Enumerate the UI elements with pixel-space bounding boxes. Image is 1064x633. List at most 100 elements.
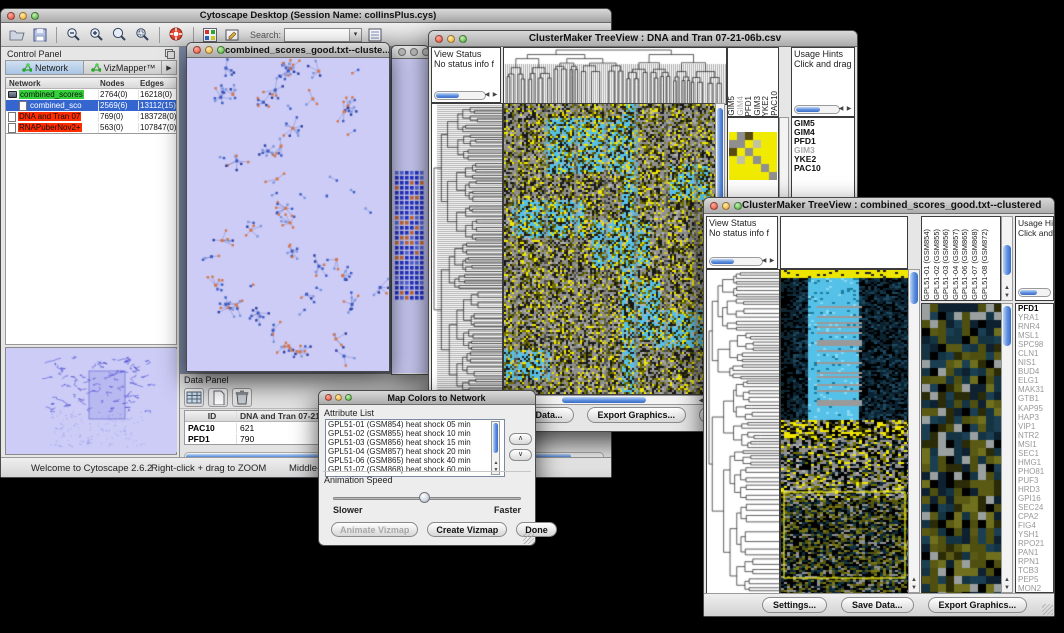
column-dendrogram-canvas[interactable] bbox=[503, 47, 727, 105]
treeview-action-button[interactable]: Export Graphics... bbox=[928, 597, 1028, 613]
gene-label[interactable]: MAK31 bbox=[1018, 385, 1053, 394]
gene-label[interactable]: HMG1 bbox=[1018, 458, 1053, 467]
gene-label[interactable]: SEC1 bbox=[1018, 449, 1053, 458]
gene-label[interactable]: HAP3 bbox=[1018, 413, 1053, 422]
gene-label[interactable]: CLN1 bbox=[1018, 349, 1053, 358]
new-attribute-button[interactable] bbox=[208, 388, 228, 407]
resize-grip[interactable] bbox=[1042, 604, 1053, 615]
column-dendrogram-panel[interactable] bbox=[780, 216, 908, 269]
control-panel-tab[interactable]: VizMapper™ bbox=[84, 61, 162, 74]
delete-attribute-button[interactable] bbox=[232, 388, 252, 407]
scroll-right-icon[interactable] bbox=[490, 92, 500, 99]
open-session-button[interactable] bbox=[7, 25, 27, 45]
save-session-button[interactable] bbox=[31, 25, 49, 45]
attribute-list-item[interactable]: GPL51-04 (GSM857) heat shock 20 min bbox=[326, 447, 504, 456]
scrollbar-thumb[interactable] bbox=[711, 259, 734, 264]
close-icon[interactable] bbox=[435, 35, 443, 43]
gene-label[interactable]: CPA2 bbox=[1018, 512, 1053, 521]
gene-label[interactable]: NTR2 bbox=[1018, 431, 1053, 440]
dialog-action-button[interactable]: Create Vizmap bbox=[427, 522, 507, 537]
gene-label[interactable]: GTB1 bbox=[1018, 394, 1053, 403]
gene-label[interactable]: MSL1 bbox=[1018, 331, 1053, 340]
float-panel-icon[interactable] bbox=[165, 49, 175, 59]
scroll-up-icon[interactable] bbox=[909, 577, 919, 584]
minimize-icon[interactable] bbox=[447, 35, 455, 43]
network-graph-canvas[interactable] bbox=[187, 58, 389, 371]
gene-label[interactable]: VIP1 bbox=[1018, 422, 1053, 431]
scrollbar-thumb[interactable] bbox=[562, 397, 646, 403]
col-id[interactable]: ID bbox=[185, 411, 237, 421]
grid-network-canvas[interactable] bbox=[392, 59, 428, 373]
gene-label[interactable]: SPC98 bbox=[1018, 340, 1053, 349]
zoom-out-button[interactable] bbox=[64, 25, 83, 45]
treeview2-titlebar[interactable]: ClusterMaker TreeView : combined_scores_… bbox=[704, 198, 1054, 214]
maximize-icon[interactable] bbox=[217, 46, 225, 54]
background-network-window[interactable] bbox=[391, 45, 429, 375]
gene-label[interactable]: KAP95 bbox=[1018, 404, 1053, 413]
network-view-titlebar[interactable]: combined_scores_good.txt--cluste... bbox=[187, 43, 389, 58]
gene-label[interactable]: PFD1 bbox=[1018, 304, 1053, 313]
search-combobox[interactable] bbox=[284, 28, 362, 42]
zoom-heatmap-canvas[interactable] bbox=[921, 303, 1003, 595]
close-icon[interactable] bbox=[7, 12, 15, 20]
network-table-row[interactable]: RNAPuberNov2+ 563(0) 107847(0) bbox=[6, 122, 176, 133]
close-icon[interactable] bbox=[325, 394, 332, 401]
search-dropdown-arrow-icon[interactable] bbox=[349, 29, 361, 41]
maximize-icon[interactable] bbox=[31, 12, 39, 20]
slider-thumb[interactable] bbox=[419, 492, 430, 503]
dialog-action-button[interactable]: Animate Vizmap bbox=[331, 522, 418, 537]
minimize-icon[interactable] bbox=[722, 202, 730, 210]
attribute-list-item[interactable]: GPL51-01 (GSM854) heat shock 05 min bbox=[326, 420, 504, 429]
view-status-hscrollbar[interactable] bbox=[434, 91, 486, 100]
search-input[interactable] bbox=[285, 29, 349, 41]
gene-label[interactable]: RPN1 bbox=[1018, 557, 1053, 566]
scrollbar-thumb[interactable] bbox=[1020, 290, 1037, 295]
gene-label[interactable]: YRA1 bbox=[1018, 313, 1053, 322]
close-icon[interactable] bbox=[710, 202, 718, 210]
maximize-icon[interactable] bbox=[459, 35, 467, 43]
attribute-list-item[interactable]: GPL51-07 (GSM868) heat shock 60 min bbox=[326, 465, 504, 474]
scrollbar-thumb[interactable] bbox=[1003, 306, 1011, 346]
zoom-in-button[interactable] bbox=[87, 25, 106, 45]
treeview-action-button[interactable]: Save Data... bbox=[841, 597, 914, 613]
minimize-icon[interactable] bbox=[335, 394, 342, 401]
gene-label[interactable]: PUF3 bbox=[1018, 476, 1053, 485]
gene-label[interactable]: RNR4 bbox=[1018, 322, 1053, 331]
main-titlebar[interactable]: Cytoscape Desktop (Session Name: collins… bbox=[1, 9, 611, 23]
gene-label[interactable]: ELG1 bbox=[1018, 376, 1053, 385]
row-dendrogram-canvas[interactable] bbox=[431, 103, 503, 395]
network-overview-panel[interactable] bbox=[5, 347, 177, 455]
attribute-select-button[interactable] bbox=[184, 388, 204, 407]
attribute-list-item[interactable]: GPL51-02 (GSM855) heat shock 10 min bbox=[326, 429, 504, 438]
column-labels-vscrollbar[interactable] bbox=[1001, 216, 1013, 301]
network-overview-canvas[interactable] bbox=[7, 349, 177, 452]
scroll-right-icon[interactable] bbox=[767, 258, 777, 265]
close-icon[interactable] bbox=[193, 46, 201, 54]
zoom-fit-button[interactable] bbox=[110, 25, 129, 45]
minimize-icon[interactable] bbox=[19, 12, 27, 20]
dialog-titlebar[interactable]: Map Colors to Network bbox=[319, 391, 535, 405]
gene-label[interactable]: YSH1 bbox=[1018, 530, 1053, 539]
minimize-icon[interactable] bbox=[410, 48, 418, 56]
col-edges[interactable]: Edges bbox=[139, 79, 176, 88]
scroll-right-icon[interactable] bbox=[844, 106, 854, 113]
gene-label[interactable]: PHO81 bbox=[1018, 467, 1053, 476]
network-table-row[interactable]: combined_scores 2764(0) 16218(0) bbox=[6, 89, 176, 100]
gene-label[interactable]: MSI1 bbox=[1018, 440, 1053, 449]
row-dendrogram-canvas[interactable] bbox=[706, 269, 780, 595]
col-network[interactable]: Network bbox=[6, 79, 99, 88]
gene-label[interactable]: HRD3 bbox=[1018, 485, 1053, 494]
gene-label[interactable]: GPI16 bbox=[1018, 494, 1053, 503]
gene-label[interactable]: MON2 bbox=[1018, 584, 1053, 593]
scrollbar-thumb[interactable] bbox=[1003, 245, 1011, 275]
attribute-list-vscrollbar[interactable] bbox=[491, 421, 500, 475]
move-down-button[interactable]: ∨ bbox=[509, 449, 532, 461]
maximize-icon[interactable] bbox=[734, 202, 742, 210]
view-status-hscrollbar[interactable] bbox=[709, 257, 763, 266]
network-table-row[interactable]: DNA and Tran 07 769(0) 183728(0) bbox=[6, 111, 176, 122]
usage-hints-hscrollbar[interactable] bbox=[1018, 288, 1051, 297]
scrollbar-thumb[interactable] bbox=[436, 93, 459, 98]
close-icon[interactable] bbox=[398, 48, 406, 56]
resize-grip[interactable] bbox=[523, 533, 534, 544]
gene-label[interactable]: TCB3 bbox=[1018, 566, 1053, 575]
